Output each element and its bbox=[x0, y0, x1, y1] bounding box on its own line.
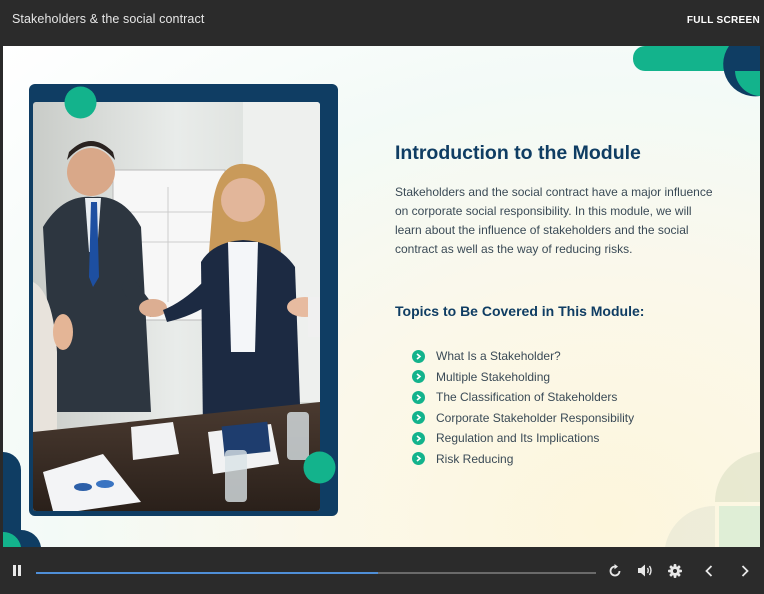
pause-icon bbox=[13, 565, 21, 576]
list-item: Multiple Stakeholding bbox=[412, 367, 634, 388]
business-handshake-photo bbox=[33, 102, 320, 511]
top-right-decoration bbox=[633, 46, 760, 97]
bottom-right-decoration bbox=[665, 452, 760, 547]
player-top-bar: Stakeholders & the social contract FULL … bbox=[0, 0, 764, 46]
chevron-right-icon bbox=[412, 431, 425, 445]
chevron-right-icon bbox=[412, 370, 425, 384]
topic-label: Risk Reducing bbox=[436, 451, 514, 466]
next-slide-button[interactable] bbox=[734, 547, 756, 594]
player-controls-bar bbox=[0, 547, 764, 594]
settings-button[interactable] bbox=[664, 547, 686, 594]
settings-icon bbox=[668, 563, 682, 578]
full-screen-button[interactable]: FULL SCREEN bbox=[687, 15, 760, 26]
list-item: Risk Reducing bbox=[412, 449, 634, 470]
topics-heading: Topics to Be Covered in This Module: bbox=[395, 303, 645, 319]
list-item: Regulation and Its Implications bbox=[412, 428, 634, 449]
topic-label: Multiple Stakeholding bbox=[436, 369, 551, 384]
list-item: Corporate Stakeholder Responsibility bbox=[412, 408, 634, 429]
volume-button[interactable] bbox=[634, 547, 656, 594]
chevron-right-icon bbox=[412, 411, 425, 425]
chevron-right-icon bbox=[741, 564, 749, 577]
slide-canvas: Introduction to the Module Stakeholders … bbox=[3, 46, 760, 547]
chevron-right-icon bbox=[412, 452, 425, 466]
topic-label: Regulation and Its Implications bbox=[436, 431, 600, 446]
list-item: The Classification of Stakeholders bbox=[412, 387, 634, 408]
chevron-right-icon bbox=[412, 349, 425, 363]
volume-icon bbox=[637, 564, 652, 577]
topic-label: Corporate Stakeholder Responsibility bbox=[436, 410, 635, 425]
replay-button[interactable] bbox=[604, 547, 626, 594]
replay-icon bbox=[609, 563, 621, 576]
previous-slide-button[interactable] bbox=[698, 547, 720, 594]
frame-accent-dot-top bbox=[64, 86, 97, 119]
chevron-left-icon bbox=[705, 564, 713, 577]
progress-bar[interactable] bbox=[36, 572, 596, 574]
list-item: What Is a Stakeholder? bbox=[412, 346, 634, 367]
slide-heading: Introduction to the Module bbox=[395, 142, 641, 164]
window-title: Stakeholders & the social contract bbox=[12, 12, 205, 26]
topic-label: What Is a Stakeholder? bbox=[436, 349, 561, 364]
pause-button[interactable] bbox=[6, 547, 28, 594]
progress-fill bbox=[36, 572, 378, 574]
topics-list: What Is a Stakeholder? Multiple Stakehol… bbox=[412, 346, 634, 469]
chevron-right-icon bbox=[412, 390, 425, 404]
topic-label: The Classification of Stakeholders bbox=[436, 390, 618, 405]
frame-accent-dot-bottom bbox=[303, 451, 336, 484]
intro-paragraph: Stakeholders and the social contract hav… bbox=[395, 185, 713, 256]
